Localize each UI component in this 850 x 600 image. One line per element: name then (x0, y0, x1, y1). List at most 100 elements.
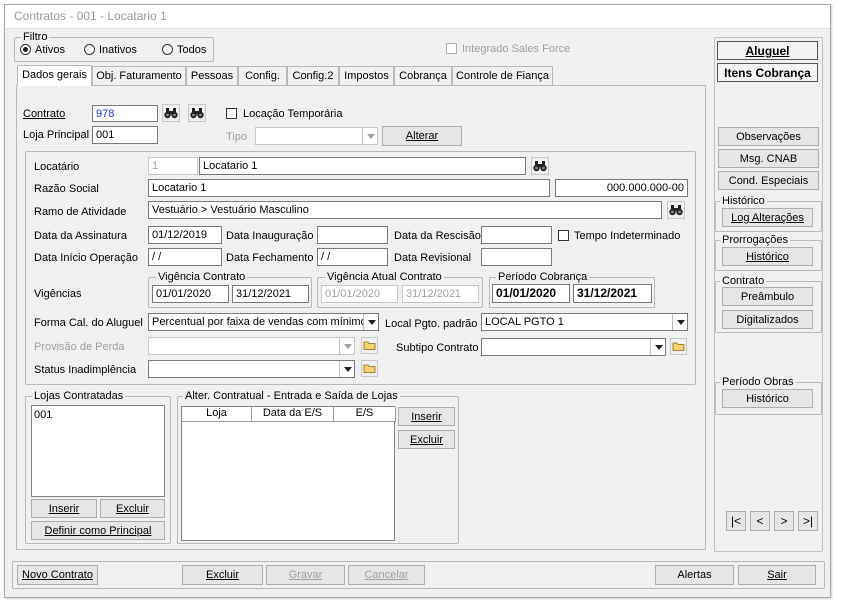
data-assinatura-input[interactable]: 01/12/2019 (148, 226, 222, 244)
msg-cnab-label: Msg. CNAB (739, 153, 798, 165)
cnpj-input[interactable]: 000.000.000-00 (555, 179, 688, 197)
aluguel-button[interactable]: Aluguel (717, 41, 818, 60)
tab-obj-faturamento[interactable]: Obj. Faturamento (92, 66, 186, 85)
contrato-legend: Contrato (720, 275, 767, 287)
lojas-inserir-button[interactable]: Inserir (31, 499, 97, 518)
folder-icon[interactable] (361, 337, 378, 354)
nav-next-button[interactable]: > (774, 511, 794, 531)
lojas-excluir-button[interactable]: Excluir (100, 499, 165, 518)
local-pgto-select[interactable]: LOCAL PGTO 1 (481, 313, 688, 331)
integrado-sales-force-label: Integrado Sales Force (462, 43, 571, 55)
alter-inserir-label: Inserir (411, 411, 442, 423)
provisao-perda-select[interactable] (148, 337, 355, 355)
data-assinatura-label: Data da Assinatura (34, 230, 127, 242)
preambulo-button[interactable]: Preâmbulo (722, 287, 813, 306)
periodo-obras-historico-button[interactable]: Histórico (722, 389, 813, 408)
column-header-data-es[interactable]: Data da E/S (252, 407, 334, 422)
loja-principal-label: Loja Principal (23, 129, 90, 141)
itens-cobranca-button[interactable]: Itens Cobrança (717, 63, 818, 82)
data-revisional-input[interactable] (481, 248, 552, 266)
tab-config2[interactable]: Config.2 (287, 66, 339, 85)
nav-prev-icon: < (756, 514, 764, 528)
data-rescisao-label: Data da Rescisão (394, 230, 481, 242)
tempo-indeterminado-checkbox[interactable] (558, 230, 569, 241)
locacao-temporaria-label: Locação Temporária (243, 108, 343, 120)
periodo-cobranca-end[interactable]: 31/12/2021 (573, 284, 652, 303)
local-pgto-label: Local Pgto. padrão (385, 318, 478, 330)
vigencia-contrato-start[interactable]: 01/01/2020 (152, 285, 229, 303)
alterar-button[interactable]: Alterar (382, 126, 462, 146)
tipo-label: Tipo (226, 131, 247, 143)
nav-prev-button[interactable]: < (750, 511, 770, 531)
cancelar-button[interactable]: Cancelar (348, 565, 425, 585)
status-inadimplencia-select[interactable] (148, 360, 355, 378)
tab-dados-gerais[interactable]: Dados gerais (17, 65, 92, 86)
tab-label: Dados gerais (22, 69, 87, 81)
excluir-button[interactable]: Excluir (182, 565, 263, 585)
lojas-list[interactable]: 001 (31, 405, 165, 497)
digitalizados-button[interactable]: Digitalizados (722, 310, 813, 329)
loja-principal-input[interactable]: 001 (92, 126, 158, 144)
integrado-sales-force-checkbox[interactable] (446, 43, 457, 54)
data-rescisao-input[interactable] (481, 226, 552, 244)
locatario-name-input[interactable]: Locatario 1 (199, 157, 526, 175)
alter-inserir-button[interactable]: Inserir (398, 407, 455, 426)
novo-contrato-button[interactable]: Novo Contrato (17, 565, 98, 585)
sair-button[interactable]: Sair (738, 565, 816, 585)
alter-excluir-button[interactable]: Excluir (398, 430, 455, 449)
tipo-select[interactable] (255, 127, 378, 145)
observacoes-button[interactable]: Observações (718, 127, 819, 146)
folder-icon[interactable] (361, 360, 378, 377)
binoculars-icon[interactable] (162, 104, 180, 122)
provisao-perda-label: Provisão de Perda (34, 341, 125, 353)
razao-social-input[interactable]: Locatario 1 (148, 179, 550, 197)
tab-cobranca[interactable]: Cobrança (394, 66, 452, 85)
msg-cnab-button[interactable]: Msg. CNAB (718, 149, 819, 168)
periodo-cobranca-legend: Período Cobrança (496, 271, 590, 283)
log-alteracoes-button[interactable]: Log Alterações (722, 208, 813, 227)
tab-impostos[interactable]: Impostos (339, 66, 394, 85)
tab-config[interactable]: Config. (238, 66, 287, 85)
column-header-es[interactable]: E/S (334, 407, 396, 422)
locacao-temporaria-checkbox[interactable] (226, 108, 237, 119)
gravar-button[interactable]: Gravar (266, 565, 345, 585)
vigencia-atual-start[interactable]: 01/01/2020 (321, 285, 398, 303)
tab-controle-fianca[interactable]: Controle de Fiança (452, 66, 553, 85)
folder-icon[interactable] (670, 338, 687, 355)
prorrogacoes-historico-button[interactable]: Histórico (722, 247, 813, 266)
cancelar-label: Cancelar (364, 569, 409, 581)
radio-todos[interactable] (162, 44, 173, 55)
contrato-input[interactable]: 978 (92, 105, 158, 122)
vigencia-contrato-end[interactable]: 31/12/2021 (232, 285, 309, 303)
binoculars-icon[interactable] (188, 104, 206, 122)
vigencia-atual-end[interactable]: 31/12/2021 (402, 285, 479, 303)
tab-label: Impostos (344, 70, 389, 82)
subtipo-contrato-select[interactable] (481, 338, 666, 356)
nav-last-button[interactable]: >| (798, 511, 818, 531)
data-fechamento-input[interactable]: / / (317, 248, 388, 266)
radio-inativos[interactable] (84, 44, 95, 55)
chevron-down-icon (339, 361, 354, 377)
locatario-code-input[interactable]: 1 (148, 157, 198, 175)
data-inauguracao-input[interactable] (317, 226, 388, 244)
data-fechamento-label: Data Fechamento (226, 252, 314, 264)
binoculars-icon[interactable] (531, 157, 549, 175)
list-item[interactable]: 001 (34, 409, 52, 422)
column-header-loja[interactable]: Loja (182, 407, 252, 422)
data-inicio-operacao-input[interactable]: / / (148, 248, 222, 266)
radio-ativos-label: Ativos (35, 44, 65, 56)
binoculars-icon[interactable] (667, 201, 685, 219)
alertas-button[interactable]: Alertas (655, 565, 734, 585)
lojas-inserir-label: Inserir (48, 503, 80, 515)
radio-ativos[interactable] (20, 44, 31, 55)
tab-pessoas[interactable]: Pessoas (186, 66, 238, 85)
tab-label: Cobrança (399, 70, 447, 82)
nav-first-button[interactable]: |< (726, 511, 746, 531)
cond-especiais-button[interactable]: Cond. Especiais (718, 171, 819, 190)
definir-principal-button[interactable]: Definir como Principal (31, 521, 165, 540)
alteracao-grid[interactable]: Loja Data da E/S E/S (181, 406, 396, 541)
periodo-cobranca-start[interactable]: 01/01/2020 (492, 284, 570, 303)
ramo-atividade-input[interactable]: Vestuário > Vestuário Masculino (148, 201, 662, 219)
forma-calculo-select[interactable]: Percentual por faixa de vendas com mínim… (148, 313, 379, 331)
status-inadimplencia-label: Status Inadimplência (34, 364, 137, 376)
